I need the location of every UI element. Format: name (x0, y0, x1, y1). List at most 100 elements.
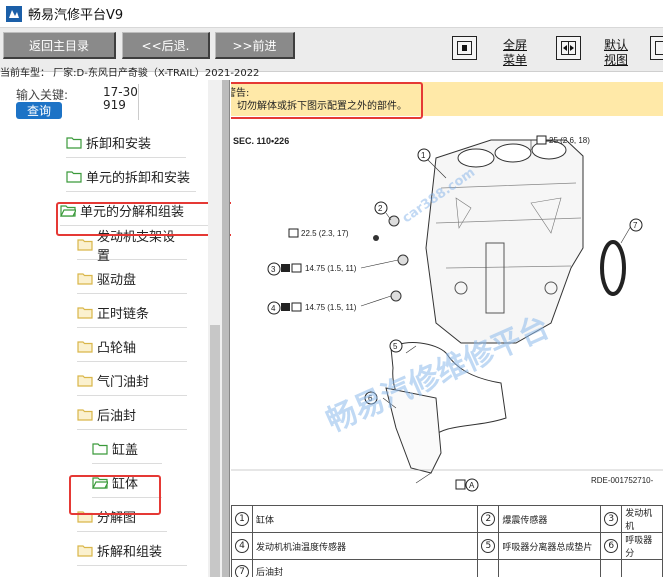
folder-icon (77, 545, 93, 557)
back-button[interactable]: <<后退. (122, 32, 210, 59)
part-number: 6 (604, 539, 619, 553)
callout-3: 3 (267, 262, 281, 276)
svg-text:5: 5 (393, 342, 398, 351)
part-name: 发动机机 (625, 509, 653, 532)
part-name-cell: 缸体 (251, 505, 479, 533)
default-view-link[interactable]: 默认 视图 (598, 38, 634, 68)
part-name-cell: 发动机机油温度传感器 (251, 532, 479, 560)
sec-number: SEC. 110•226 (233, 136, 289, 146)
folder-icon (66, 171, 82, 183)
part-name: 缸体 (256, 515, 275, 526)
part-number-cell: 3 (600, 505, 623, 533)
svg-text:A: A (469, 481, 475, 490)
figure-ref-code: RDE-001752710- (591, 476, 654, 485)
oil-temp-sensor-drawing (390, 290, 402, 302)
part-number: 7 (235, 564, 249, 577)
default-link-line1: 默认 (603, 38, 628, 52)
extra-view-icon-button[interactable] (650, 36, 663, 60)
callout-5: 5 (389, 339, 403, 353)
part-number-cell (477, 559, 500, 577)
search-button[interactable]: 查询 (16, 102, 62, 119)
folder-icon (77, 409, 93, 421)
part-name-cell: 发动机机 (621, 505, 663, 533)
oil-pressure-sensor-drawing (397, 254, 409, 266)
part-name-cell (621, 559, 663, 577)
tree-item-label: 凸轮轴 (97, 341, 137, 356)
search-panel: 输入关键: 17-30919 查询 (0, 80, 208, 124)
tree-item-label: 单元的拆卸和安装 (86, 171, 191, 186)
svg-text:3: 3 (271, 265, 276, 274)
part-name: 呼吸器分离器总成垫片 (502, 542, 593, 553)
part-number: 5 (481, 539, 496, 553)
tree-item[interactable]: 气门油封 (77, 366, 187, 396)
tree-item[interactable]: 驱动盘 (77, 264, 187, 294)
main-menu-button[interactable]: 返回主目录 (3, 32, 116, 59)
part-number-cell: 2 (477, 505, 500, 533)
search-input[interactable]: 17-30919 (103, 86, 139, 112)
part-name-cell: 呼吸器分离器总成垫片 (498, 532, 602, 560)
folder-icon (66, 137, 82, 149)
part-number: 2 (481, 512, 496, 526)
sidebar-tree-panel: 输入关键: 17-30919 查询 拆卸和安装 单元的拆卸和安装 单元的分解和组装发… (0, 80, 234, 577)
cylinder-block-drawing (425, 139, 584, 344)
svg-text:14.75 (1.5, 11): 14.75 (1.5, 11) (305, 264, 357, 273)
sidebar-scrollbar[interactable] (208, 80, 222, 577)
knock-sensor-drawing (388, 215, 400, 227)
tree-item-label: 驱动盘 (97, 273, 137, 288)
part-number: 4 (235, 539, 249, 553)
scrollbar-thumb[interactable] (210, 325, 220, 577)
search-divider (138, 84, 139, 120)
fullscreen-menu-icon-button[interactable] (452, 36, 477, 60)
fullscreen-link-line1: 全屏 (502, 38, 527, 52)
folder-icon (77, 341, 93, 353)
breather-separator-drawing (385, 387, 442, 474)
table-row: 4 发动机机油温度传感器 5 呼吸器分离器总成垫片 6 呼吸器分 (231, 532, 663, 560)
svg-text:7: 7 (633, 221, 638, 230)
content-panel: 警告: 切勿解体或拆下图示配置之外的部件。 SEC. 110•226 (231, 80, 663, 577)
forward-button[interactable]: >>前进 (215, 32, 295, 59)
folder-icon (77, 375, 93, 387)
part-number-cell (600, 559, 623, 577)
torque-bottom (455, 479, 466, 490)
part-name-cell: 呼吸器分 (621, 532, 663, 560)
svg-text:2: 2 (378, 204, 383, 213)
folder-icon (77, 239, 93, 251)
default-view-icon-button[interactable] (556, 36, 581, 60)
svg-text:22.5 (2.3, 17): 22.5 (2.3, 17) (301, 229, 349, 238)
part-number-cell: 1 (231, 505, 253, 533)
search-label: 输入关键: (16, 88, 69, 102)
svg-text:25 (2.6, 18): 25 (2.6, 18) (549, 136, 590, 145)
tree-item[interactable]: 缸盖 (92, 434, 162, 464)
part-name: 发动机机油温度传感器 (256, 542, 347, 553)
tree-item[interactable]: 拆解和组装 (77, 536, 187, 566)
tree-item[interactable]: 正时链条 (77, 298, 187, 328)
panel-splitter[interactable] (222, 80, 230, 577)
tree-item-label: 拆解和组装 (97, 545, 163, 560)
fullscreen-menu-link[interactable]: 全屏 菜单 (497, 38, 533, 68)
bolt-drawing (373, 235, 379, 241)
tree-item-label: 气门油封 (97, 375, 150, 390)
highlight-box-warning (231, 82, 423, 119)
callout-7: 7 (629, 218, 643, 232)
table-row: 1 缸体 2 爆震传感器 3 发动机机 (231, 505, 663, 533)
table-row: 7 后油封 (231, 559, 663, 577)
tree-item[interactable]: 单元的拆卸和安装 (66, 162, 196, 192)
tree-item[interactable]: 凸轮轴 (77, 332, 187, 362)
tree-item[interactable]: 拆卸和安装 (66, 128, 186, 158)
tree-item[interactable]: 后油封 (77, 400, 187, 430)
part-name: 爆震传感器 (502, 515, 548, 526)
folder-icon (77, 307, 93, 319)
torque-4: 14.75 (1.5, 11) (281, 302, 357, 312)
title-bar: 畅易汽修平台V9 (0, 0, 663, 28)
part-name: 呼吸器分 (625, 536, 653, 559)
tree-item-label: 拆卸和安装 (86, 137, 152, 152)
part-number-cell: 7 (231, 559, 253, 577)
exploded-view-diagram: SEC. 110•226 1 2 3 4 5 6 7 A 25 (2.6, 18… (231, 135, 663, 492)
folder-icon (92, 443, 108, 455)
torque-3: 14.75 (1.5, 11) (281, 263, 357, 273)
tree-item-label: 后油封 (97, 409, 137, 424)
callout-2: 2 (374, 201, 388, 215)
svg-text:6: 6 (368, 394, 373, 403)
svg-text:4: 4 (271, 304, 276, 313)
window-title: 畅易汽修平台V9 (28, 8, 124, 23)
